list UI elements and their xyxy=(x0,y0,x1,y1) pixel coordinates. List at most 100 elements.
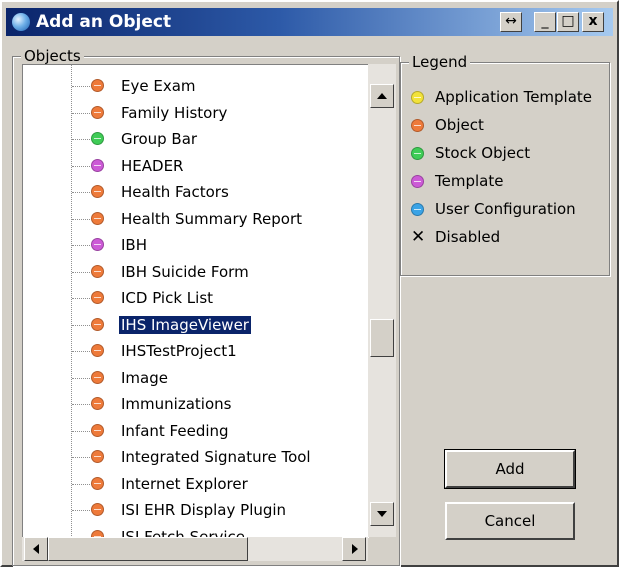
tree-connector xyxy=(72,86,90,87)
legend-item: Object xyxy=(411,113,611,139)
legend-item-label: Application Template xyxy=(435,88,593,106)
restore-icon[interactable]: ↔ xyxy=(500,12,522,32)
scroll-left-button[interactable] xyxy=(24,537,48,561)
legend-item: Stock Object xyxy=(411,141,611,167)
objects-group-label: Objects xyxy=(21,47,84,65)
tree-connector xyxy=(72,404,90,405)
tree-item[interactable]: Integrated Signature Tool xyxy=(23,444,369,470)
tree-item-label: Image xyxy=(121,368,168,387)
add-button[interactable]: Add xyxy=(444,449,576,489)
template-status-icon xyxy=(91,158,104,172)
tree-connector xyxy=(72,430,90,432)
vertical-scrollbar[interactable] xyxy=(368,64,396,537)
application-template-legend-icon xyxy=(411,91,424,104)
tree-item[interactable]: ISI Fetch Service xyxy=(23,524,369,538)
scroll-up-button[interactable] xyxy=(370,84,394,108)
cancel-button[interactable]: Cancel xyxy=(445,502,575,540)
tree-item-label: ICD Pick List xyxy=(121,289,214,307)
tree-item-label: Internet Explorer xyxy=(121,474,248,493)
minimize-button[interactable]: _ xyxy=(534,12,556,32)
close-button[interactable]: x xyxy=(582,12,604,32)
tree-connector xyxy=(72,324,90,326)
objects-tree[interactable]: Eye Exam Family History Group Bar HEADER Hea… xyxy=(22,64,369,538)
tree-connector xyxy=(72,483,90,485)
tree-connector xyxy=(72,377,90,379)
legend-item: Application Template xyxy=(411,85,611,111)
tree-item-label: Family History xyxy=(121,103,228,122)
tree-item[interactable]: Health Factors xyxy=(23,179,369,205)
disabled-x-icon: ✕ xyxy=(411,227,426,247)
horizontal-scrollbar[interactable] xyxy=(22,537,368,561)
maximize-button[interactable]: □ xyxy=(557,12,579,32)
tree-item-label: Infant Feeding xyxy=(121,421,229,440)
tree-connector xyxy=(72,192,90,193)
legend-item-label: Object xyxy=(435,116,484,134)
scroll-right-button[interactable] xyxy=(342,537,366,561)
tree-item[interactable]: Internet Explorer xyxy=(23,471,369,497)
tree-item-label: IBH Suicide Form xyxy=(121,262,249,281)
tree-item-label: HEADER xyxy=(121,156,184,175)
tree-item[interactable]: HEADER xyxy=(23,153,369,179)
tree-item-label: IBH xyxy=(121,236,147,254)
legend-item: User Configuration xyxy=(411,197,611,223)
object-status-icon xyxy=(91,264,104,278)
tree-item[interactable]: Image xyxy=(23,365,369,391)
user-configuration-legend-icon xyxy=(411,203,424,216)
tree-item[interactable]: Health Summary Report xyxy=(23,206,369,232)
legend-item: Template xyxy=(411,169,611,195)
tree-item[interactable]: Infant Feeding xyxy=(23,418,369,444)
arrow-down-icon xyxy=(377,511,387,517)
tree-connector xyxy=(72,139,90,140)
vertical-scroll-thumb[interactable] xyxy=(370,319,394,357)
object-status-icon xyxy=(91,79,104,92)
tree-item-label: Group Bar xyxy=(121,130,198,148)
legend-item-label: Disabled xyxy=(435,228,501,246)
horizontal-scroll-thumb[interactable] xyxy=(48,537,248,561)
tree-item-label: ISI EHR Display Plugin xyxy=(121,501,287,519)
tree-item[interactable]: Family History xyxy=(23,100,369,126)
tree-connector xyxy=(72,351,90,352)
arrow-right-icon xyxy=(352,544,358,554)
object-status-icon xyxy=(91,450,104,463)
tree-connector xyxy=(72,218,90,220)
tree-item[interactable]: IHS ImageViewer xyxy=(23,312,369,338)
object-status-icon xyxy=(91,423,104,437)
tree-connector xyxy=(72,165,90,167)
scroll-down-button[interactable] xyxy=(370,502,394,526)
legend-group: Legend Application Template Object Stock O… xyxy=(400,53,611,276)
tree-connector xyxy=(72,457,90,458)
object-status-icon xyxy=(91,105,104,119)
tree-item-label: IHS ImageViewer xyxy=(118,314,252,335)
tree-item-label: Eye Exam xyxy=(121,77,196,95)
tree-item[interactable]: IBH Suicide Form xyxy=(23,259,369,285)
tree-connector xyxy=(72,510,90,511)
object-status-icon xyxy=(91,476,104,490)
title-bar[interactable]: Add an Object ↔ _ □ x xyxy=(6,8,613,36)
tree-item-label: Integrated Signature Tool xyxy=(121,448,311,466)
object-status-icon xyxy=(91,185,104,198)
object-status-icon xyxy=(91,317,104,331)
tree-item[interactable]: ICD Pick List xyxy=(23,285,369,311)
tree-item[interactable]: IBH xyxy=(23,232,369,258)
tree-item-label: Immunizations xyxy=(121,395,232,413)
template-status-icon xyxy=(91,238,104,251)
legend-item: ✕ Disabled xyxy=(411,225,611,251)
object-status-icon xyxy=(91,344,104,357)
legend-item-label: Template xyxy=(435,172,504,190)
legend-group-label: Legend xyxy=(409,53,471,71)
tree-item[interactable]: IHSTestProject1 xyxy=(23,338,369,364)
tree-item[interactable]: Group Bar xyxy=(23,126,369,152)
tree-item[interactable]: ISI EHR Display Plugin xyxy=(23,497,369,523)
tree-item-label: Health Summary Report xyxy=(121,209,303,228)
tree-item[interactable]: Immunizations xyxy=(23,391,369,417)
tree-item-label: IHSTestProject1 xyxy=(121,342,237,360)
object-status-icon xyxy=(91,397,104,410)
arrow-left-icon xyxy=(33,544,39,554)
app-icon xyxy=(12,13,30,31)
tree-item[interactable]: Eye Exam xyxy=(23,73,369,99)
tree-connector xyxy=(72,271,90,273)
tree-connector xyxy=(72,298,90,299)
tree-connector xyxy=(72,112,90,114)
template-legend-icon xyxy=(411,175,424,188)
object-status-icon xyxy=(91,291,104,304)
